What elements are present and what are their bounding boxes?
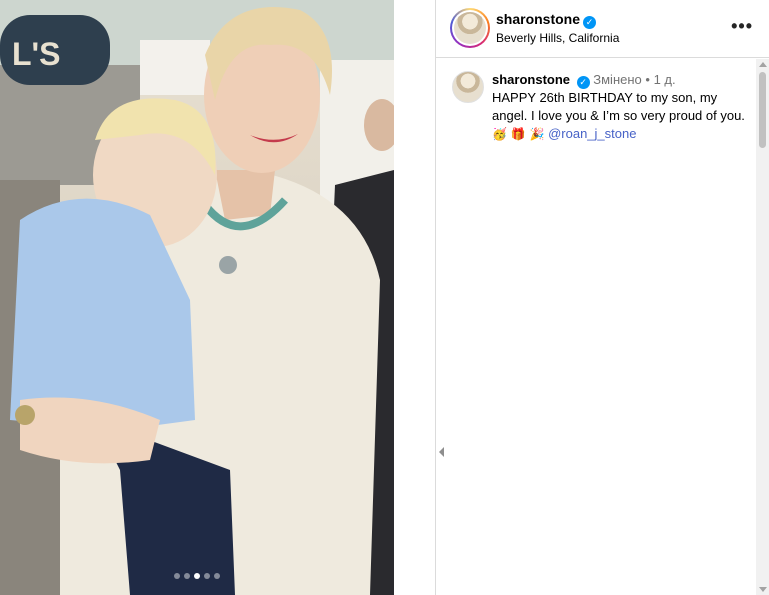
separator-dot: • bbox=[645, 72, 650, 87]
carousel-dot[interactable] bbox=[214, 573, 220, 579]
comments-scrollbar[interactable] bbox=[756, 59, 769, 595]
scroll-thumb[interactable] bbox=[759, 72, 766, 148]
more-options-icon[interactable]: ••• bbox=[731, 16, 753, 37]
verified-badge-icon: ✓ bbox=[576, 76, 590, 89]
panel-divider bbox=[435, 0, 436, 595]
carousel-dot[interactable] bbox=[184, 573, 190, 579]
carousel-dot[interactable] bbox=[174, 573, 180, 579]
avatar-image bbox=[454, 12, 486, 44]
post-location[interactable]: Beverly Hills, California bbox=[496, 31, 619, 45]
caption-emojis: 🥳 🎁 🎉 bbox=[492, 127, 545, 141]
comment-body: sharonstone ✓ Змінено • 1 д. HAPPY 26th … bbox=[492, 71, 752, 143]
collapse-arrow-icon[interactable] bbox=[439, 447, 444, 457]
mention-link[interactable]: @roan_j_stone bbox=[548, 126, 636, 141]
username-text[interactable]: sharonstone bbox=[496, 11, 580, 27]
author-username[interactable]: sharonstone ✓ bbox=[496, 11, 597, 29]
photo-illustration: L'S bbox=[0, 0, 394, 595]
scroll-up-icon[interactable] bbox=[759, 62, 767, 67]
carousel-indicator bbox=[0, 573, 394, 579]
sign-text: L'S bbox=[12, 36, 61, 72]
carousel-dot[interactable] bbox=[204, 573, 210, 579]
carousel-dot-active[interactable] bbox=[194, 573, 200, 579]
comment-avatar[interactable] bbox=[452, 71, 484, 103]
scroll-down-icon[interactable] bbox=[759, 587, 767, 592]
comment-time[interactable]: 1 д. bbox=[654, 72, 676, 87]
author-avatar[interactable] bbox=[450, 8, 490, 48]
post-header: sharonstone ✓ Beverly Hills, California •… bbox=[436, 0, 769, 58]
post-viewer: L'S sharonstone ✓ Beverly Hills, Califor… bbox=[0, 0, 769, 595]
post-photo[interactable]: L'S bbox=[0, 0, 394, 595]
verified-badge-icon: ✓ bbox=[583, 16, 597, 29]
edited-label: Змінено bbox=[593, 72, 642, 87]
photo-gutter bbox=[394, 0, 435, 595]
caption-text: HAPPY 26th BIRTHDAY to my son, my angel.… bbox=[492, 90, 745, 123]
comment-username[interactable]: sharonstone bbox=[492, 72, 570, 87]
